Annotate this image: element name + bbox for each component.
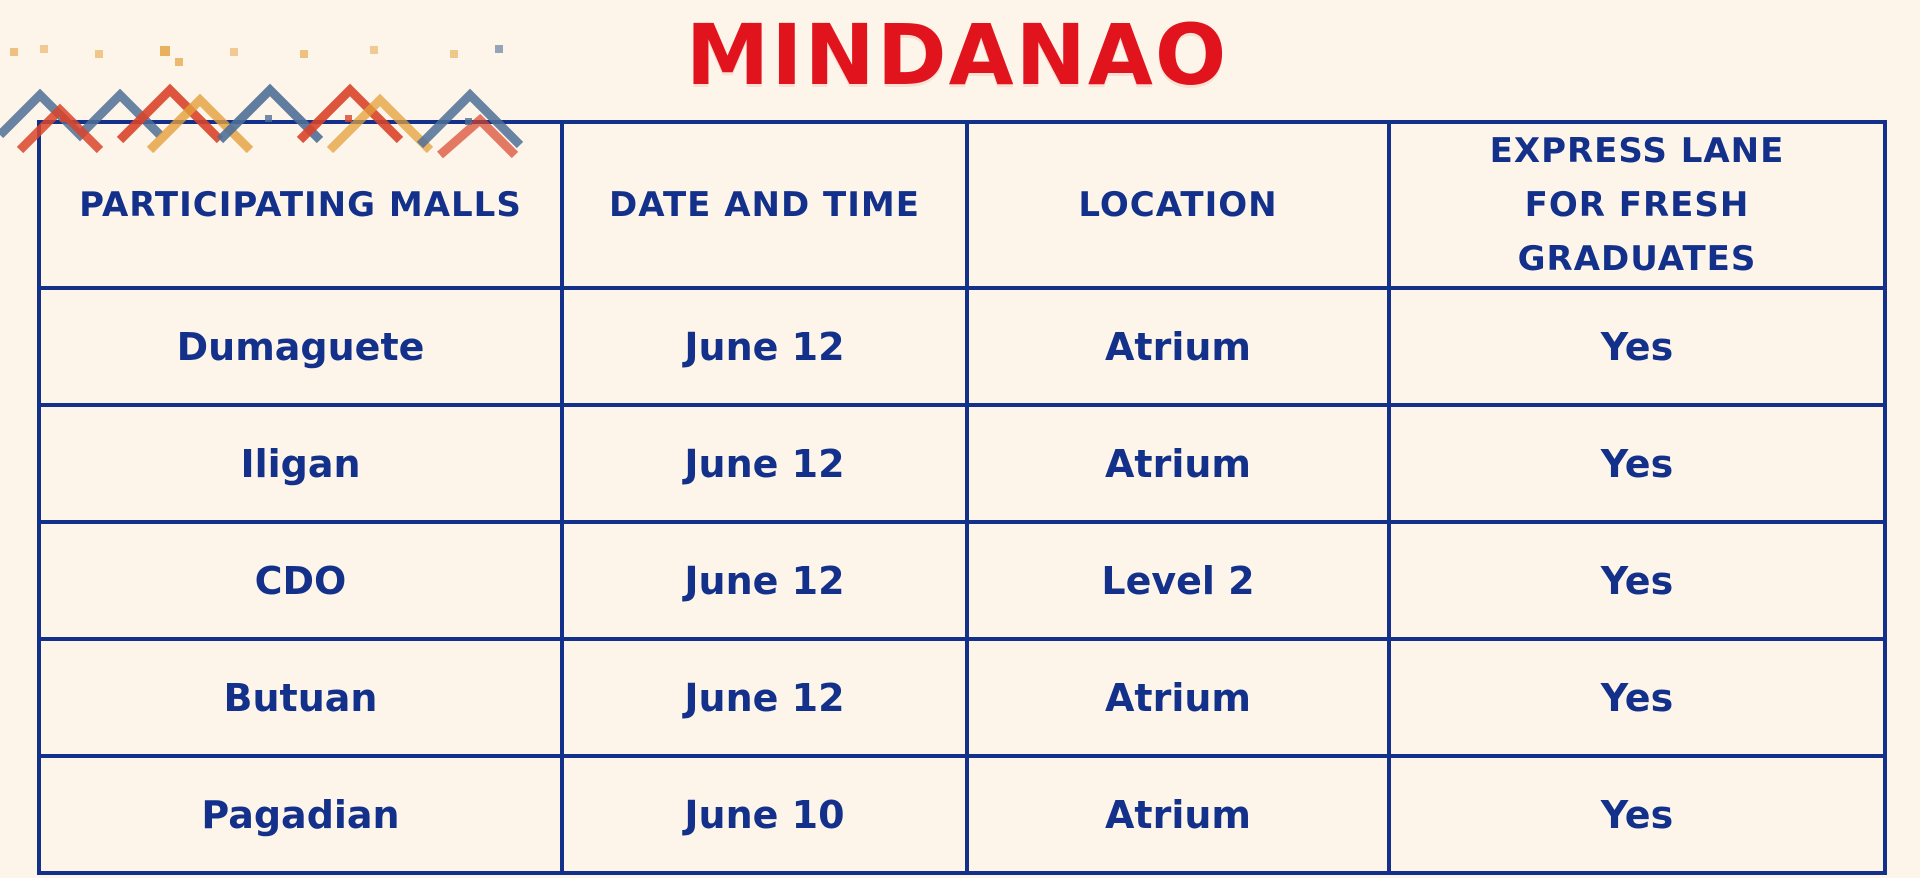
table-row: Pagadian June 10 Atrium Yes: [37, 754, 1887, 875]
cell-mall: Pagadian: [37, 754, 564, 875]
cell-express-lane: Yes: [1387, 520, 1887, 641]
cell-express-lane: Yes: [1387, 637, 1887, 758]
header-express-lane: EXPRESS LANE FOR FRESH GRADUATES: [1387, 120, 1887, 290]
cell-location: Atrium: [965, 637, 1391, 758]
table-row: Butuan June 12 Atrium Yes: [37, 637, 1887, 758]
cell-mall: Iligan: [37, 403, 564, 524]
page-title: MINDANAO: [685, 6, 1229, 104]
cell-mall: CDO: [37, 520, 564, 641]
pattern-dots: [10, 45, 503, 125]
cell-date: June 12: [560, 403, 969, 524]
table-row: Dumaguete June 12 Atrium Yes: [37, 286, 1887, 407]
cell-mall: Butuan: [37, 637, 564, 758]
cell-express-lane: Yes: [1387, 754, 1887, 875]
cell-location: Atrium: [965, 754, 1391, 875]
cell-location: Level 2: [965, 520, 1391, 641]
table-row: Iligan June 12 Atrium Yes: [37, 403, 1887, 524]
header-location: LOCATION: [965, 120, 1391, 290]
cell-date: June 10: [560, 754, 969, 875]
cell-location: Atrium: [965, 286, 1391, 407]
cell-date: June 12: [560, 286, 969, 407]
cell-express-lane: Yes: [1387, 286, 1887, 407]
header-express-lane-label: EXPRESS LANE FOR FRESH GRADUATES: [1489, 131, 1785, 279]
header-date-and-time: DATE AND TIME: [560, 120, 969, 290]
tribal-pattern-decoration: [0, 45, 524, 159]
cell-mall: Dumaguete: [37, 286, 564, 407]
cell-express-lane: Yes: [1387, 403, 1887, 524]
cell-date: June 12: [560, 520, 969, 641]
cell-date: June 12: [560, 637, 969, 758]
mall-schedule-table: PARTICIPATING MALLS DATE AND TIME LOCATI…: [37, 120, 1887, 875]
table-row: CDO June 12 Level 2 Yes: [37, 520, 1887, 641]
pattern-chevrons: [0, 83, 524, 159]
cell-location: Atrium: [965, 403, 1391, 524]
